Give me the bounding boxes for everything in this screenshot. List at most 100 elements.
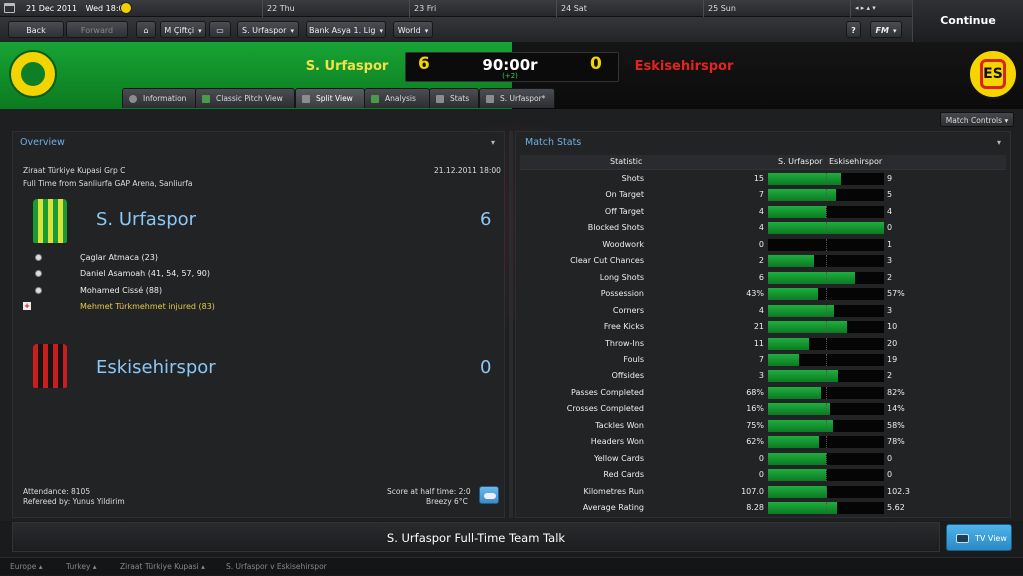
- calendar-bar: 21 Dec 2011 Wed 18:00 22 Thu 23 Fri 24 S…: [0, 0, 912, 17]
- continue-button[interactable]: Continue: [912, 0, 1023, 42]
- stat-bar-home-fill: [768, 288, 818, 301]
- stat-bar-home-fill: [768, 370, 838, 383]
- goal-event: Çaglar Atmaca (23): [80, 253, 158, 262]
- match-datetime: 21.12.2011 18:00: [434, 166, 501, 175]
- stat-bar-home-fill: [768, 403, 830, 416]
- club-badge-small-icon: [120, 2, 132, 14]
- stat-row: Possession 43% 57%: [516, 286, 996, 302]
- stat-home-value: 6: [758, 272, 764, 282]
- away-score: 0: [590, 54, 602, 74]
- inbox-icon: ▭: [216, 26, 224, 35]
- stat-bar-midline: [826, 370, 827, 383]
- stat-bar: [768, 469, 884, 482]
- stat-bar-midline: [826, 304, 827, 317]
- match-stats-panel: Match Stats ▾ Statistic S. Urfaspor Eski…: [515, 131, 1011, 518]
- stat-home-value: 0: [758, 239, 764, 249]
- stat-row: Passes Completed 68% 82%: [516, 385, 996, 401]
- stats-menu-icon[interactable]: ▾: [997, 138, 1001, 147]
- col-statistic: Statistic: [610, 157, 643, 166]
- calendar-icon[interactable]: [4, 3, 15, 13]
- tab-tactics[interactable]: S. Urfaspor*: [479, 88, 555, 108]
- home-kit-icon: [25, 197, 75, 247]
- tab-split-view[interactable]: Split View: [295, 88, 365, 108]
- calendar-scroll[interactable]: ◂ ▸ ▴ ▾: [850, 0, 912, 17]
- panel-splitter[interactable]: [509, 131, 513, 518]
- stat-bar-midline: [826, 288, 827, 301]
- stat-row: Red Cards 0 0: [516, 467, 996, 483]
- match-controls-button[interactable]: Match Controls ▾: [940, 112, 1014, 127]
- league-menu[interactable]: Bank Asya 1. Lig: [306, 21, 386, 38]
- referee-text: Refereed by: Yunus Yildirim: [23, 497, 125, 506]
- home-team-name[interactable]: S. Urfaspor: [292, 59, 402, 74]
- back-button[interactable]: Back: [8, 21, 64, 38]
- stat-away-value: 82%: [887, 387, 905, 397]
- stats-icon: [436, 95, 444, 103]
- stat-bar: [768, 173, 884, 185]
- home-team-title[interactable]: S. Urfaspor: [96, 209, 196, 230]
- stat-bar: [768, 452, 884, 465]
- stat-away-value: 9: [887, 174, 893, 183]
- stat-bar: [768, 436, 884, 449]
- stat-bar-midline: [826, 173, 827, 185]
- help-button[interactable]: ?: [846, 21, 861, 38]
- stat-row: Average Rating 8.28 5.62: [516, 500, 996, 516]
- stat-home-value: 0: [758, 453, 764, 463]
- breadcrumb-europe[interactable]: Europe ▴: [10, 558, 43, 576]
- team-talk-button[interactable]: S. Urfaspor Full-Time Team Talk: [12, 522, 940, 552]
- stat-label: Blocked Shots: [587, 223, 644, 233]
- injury-icon: +: [23, 302, 31, 310]
- stat-bar-midline: [826, 485, 827, 498]
- away-team-title[interactable]: Eskisehirspor: [96, 357, 216, 378]
- breadcrumb-turkey[interactable]: Turkey ▴: [66, 558, 97, 576]
- stat-bar-home-fill: [768, 386, 821, 399]
- goal-icon: [35, 270, 42, 277]
- stat-home-value: 43%: [746, 289, 764, 299]
- calendar-day-25[interactable]: 25 Sun: [703, 0, 850, 17]
- goal-icon: [35, 287, 42, 294]
- club-menu[interactable]: S. Urfaspor: [237, 21, 299, 38]
- stat-home-value: 68%: [746, 387, 764, 397]
- away-team-name[interactable]: Eskisehirspor: [628, 59, 740, 74]
- stat-row: Headers Won 62% 78%: [516, 434, 996, 450]
- tab-information[interactable]: Information: [122, 88, 198, 108]
- manager-menu[interactable]: M Çiftçi: [160, 21, 206, 38]
- stat-label: Red Cards: [603, 470, 644, 480]
- home-icon: ⌂: [143, 26, 149, 35]
- calendar-day-24[interactable]: 24 Sat: [556, 0, 703, 17]
- pitch-icon: [202, 95, 210, 103]
- tv-view-button[interactable]: TV View: [946, 524, 1012, 551]
- calendar-day-22[interactable]: 22 Thu: [262, 0, 409, 17]
- added-time: (+2): [502, 72, 518, 80]
- club-label: S. Urfaspor: [242, 26, 287, 35]
- stat-away-value: 78%: [887, 437, 905, 447]
- stat-bar-midline: [826, 238, 827, 251]
- stat-bar-home-fill: [768, 452, 826, 465]
- breadcrumb-competition[interactable]: Ziraat Türkiye Kupasi ▴: [120, 558, 205, 576]
- fm-menu[interactable]: FM: [870, 21, 902, 38]
- tab-stats[interactable]: Stats: [429, 88, 479, 108]
- forward-button[interactable]: Forward: [66, 21, 128, 38]
- stat-label: Free Kicks: [603, 322, 644, 332]
- stat-home-value: 0: [758, 470, 764, 480]
- stat-bar-midline: [826, 337, 827, 350]
- inbox-button[interactable]: ▭: [209, 21, 231, 38]
- breadcrumb-label: Ziraat Türkiye Kupasi: [120, 562, 199, 571]
- stat-away-value: 5: [887, 190, 893, 200]
- weather-icon: [479, 486, 499, 504]
- calendar-day-23[interactable]: 23 Fri: [409, 0, 556, 17]
- stat-label: Corners: [612, 305, 644, 315]
- stat-bar-home-fill: [768, 321, 847, 334]
- stat-label: Shots: [621, 174, 644, 183]
- world-menu[interactable]: World: [393, 21, 433, 38]
- stat-bar: [768, 205, 884, 218]
- tab-analysis[interactable]: Analysis: [364, 88, 430, 108]
- away-team-score: 0: [480, 357, 492, 378]
- stat-away-value: 102.3: [887, 486, 910, 496]
- stat-bar: [768, 370, 884, 383]
- overview-menu-icon[interactable]: ▾: [491, 138, 495, 147]
- analysis-icon: [371, 95, 379, 103]
- stat-bar: [768, 271, 884, 284]
- breadcrumb-match[interactable]: S. Urfaspor v Eskisehirspor: [226, 558, 327, 576]
- home-button[interactable]: ⌂: [136, 21, 156, 38]
- tab-classic-pitch-view[interactable]: Classic Pitch View: [195, 88, 295, 108]
